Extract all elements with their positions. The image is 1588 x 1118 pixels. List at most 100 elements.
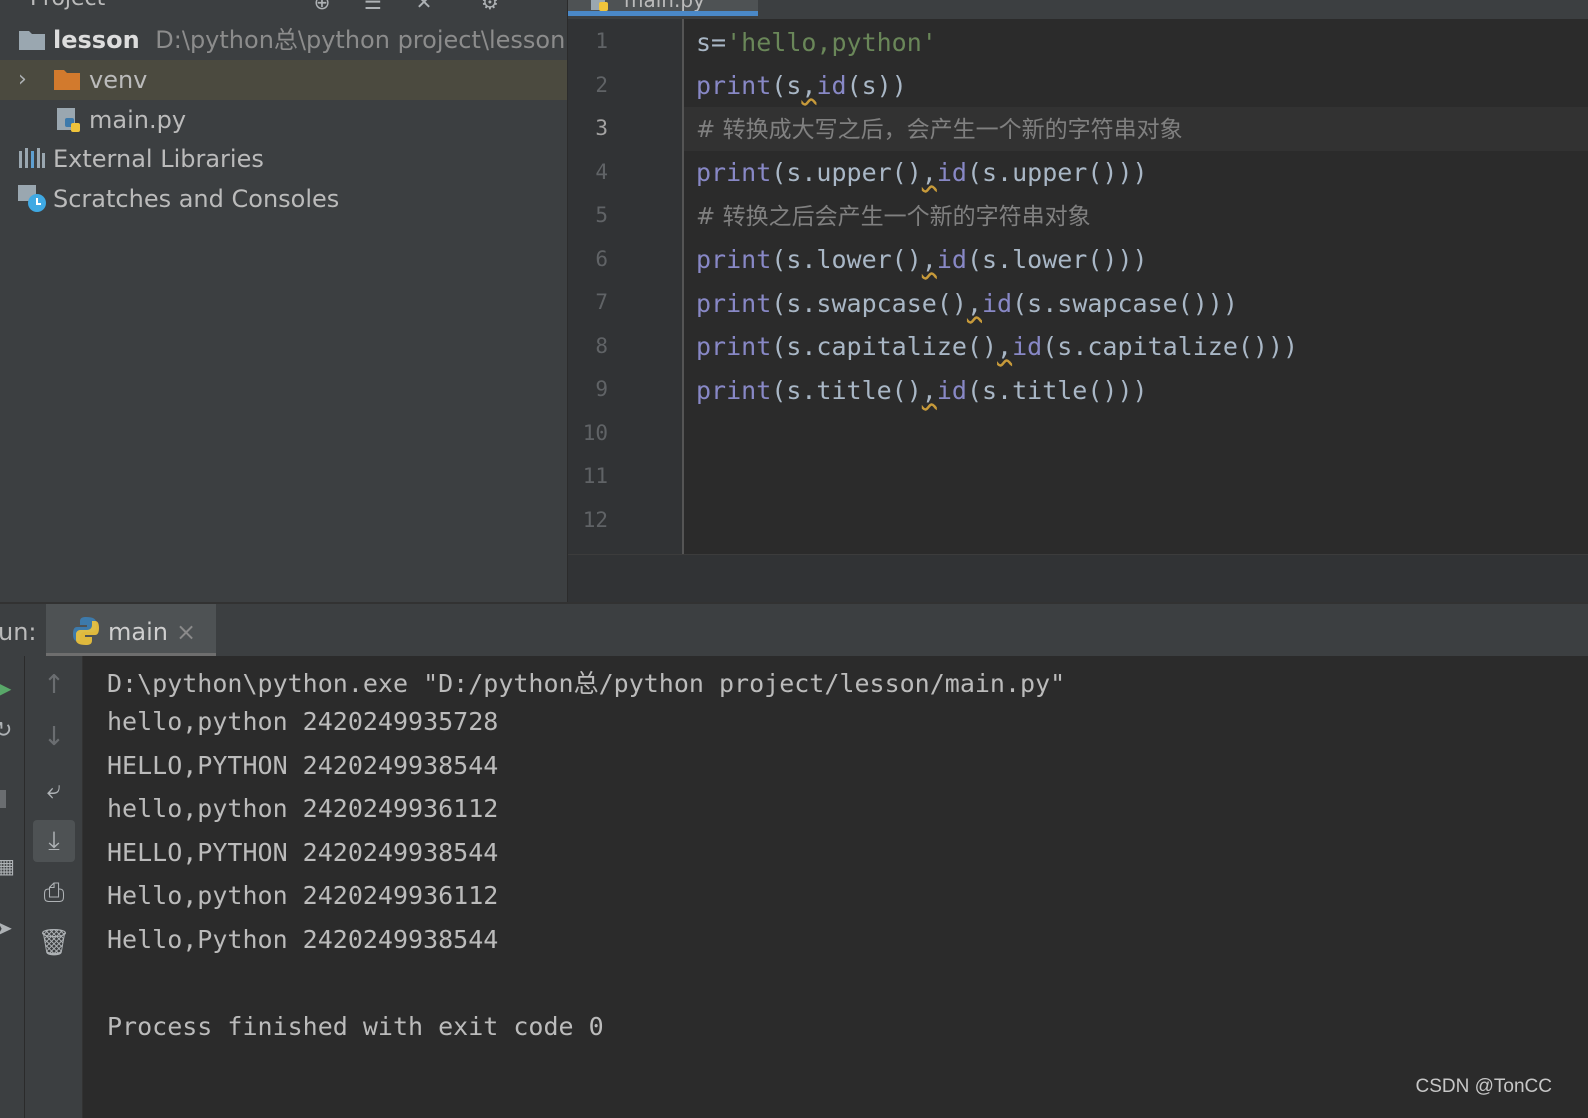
line-number: 9 <box>595 377 608 401</box>
hide-icon[interactable]: ✕ <box>412 0 436 14</box>
console-line: hello,python 2420249935728 <box>107 707 499 736</box>
keyword: print <box>696 158 772 187</box>
keyword: print <box>696 289 772 318</box>
tree-item-scratches[interactable]: Scratches and Consoles <box>0 179 567 219</box>
warning-comma: , <box>921 245 937 274</box>
code-line-8: print(s.capitalize(),id(s.capitalize())) <box>696 327 1298 367</box>
code-line-7: print(s.swapcase(),id(s.swapcase())) <box>696 284 1238 324</box>
project-header: Project ⊕ ☰ ✕ ⚙ <box>0 0 567 18</box>
code-line-6: print(s.lower(),id(s.lower())) <box>696 240 1148 280</box>
code-text: (s.title() <box>771 376 922 405</box>
console-line: Hello,python 2420249936112 <box>107 881 499 910</box>
collapse-all-icon[interactable]: ☰ <box>361 0 385 14</box>
tree-item-lesson[interactable]: lesson D:\python总\python project\lesson <box>0 20 567 60</box>
console-line: HELLO,PYTHON 2420249938544 <box>107 838 499 867</box>
editor-footer <box>568 554 1588 603</box>
console-output[interactable]: D:\python\python.exe "D:/python总/python … <box>83 656 1588 1118</box>
editor-tab-bar: main.py <box>568 0 1588 19</box>
scratches-icon <box>18 179 48 231</box>
restart-icon[interactable]: ↻ <box>0 718 12 743</box>
soft-wrap-icon[interactable]: ⤶ <box>33 769 75 811</box>
line-number: 10 <box>582 421 608 445</box>
stop-icon[interactable] <box>0 790 6 808</box>
tree-item-label: venv <box>89 66 148 94</box>
chevron-right-icon[interactable]: › <box>18 60 27 100</box>
run-label: un: <box>0 618 37 646</box>
code-line-5: # 转换之后会产生一个新的字符串对象 <box>696 204 1091 230</box>
code-line-3: # 转换成大写之后，会产生一个新的字符串对象 <box>696 117 1183 143</box>
keyword: id <box>936 158 967 187</box>
code-text: (s.lower())) <box>966 245 1148 274</box>
run-left-strip: ▶ ↻ ▦ ➤ <box>0 656 25 1118</box>
line-number: 5 <box>595 203 608 227</box>
line-number: 2 <box>595 73 608 97</box>
down-arrow-icon[interactable]: ↓ <box>33 716 75 758</box>
line-number: 7 <box>595 290 608 314</box>
project-path: D:\python总\python project\lesson <box>155 26 566 54</box>
line-number-current: 3 <box>595 116 608 140</box>
print-icon[interactable]: ⎙ <box>33 872 75 914</box>
locate-icon[interactable]: ⊕ <box>310 0 334 14</box>
keyword: id <box>816 71 847 100</box>
code-line-2: print(s,id(s)) <box>696 66 907 106</box>
line-number: 12 <box>582 508 608 532</box>
keyword: print <box>696 245 772 274</box>
tree-item-label: External Libraries <box>53 145 264 173</box>
tree-item-main-py[interactable]: main.py <box>0 100 567 140</box>
layout-icon[interactable]: ▦ <box>0 854 15 878</box>
tree-item-label: main.py <box>89 106 187 134</box>
run-toolbar: ↑ ↓ ⤶ ⤓ ⎙ 🗑 <box>25 656 83 1118</box>
code-text: (s.capitalize())) <box>1042 332 1299 361</box>
keyword: print <box>696 332 772 361</box>
tab-main-py[interactable]: main.py <box>568 0 758 16</box>
code-text: (s.lower() <box>771 245 922 274</box>
code-line-4: print(s.upper(),id(s.upper())) <box>696 153 1148 193</box>
line-number: 11 <box>582 464 608 488</box>
warning-comma: , <box>921 376 937 405</box>
tree-item-label: lesson <box>53 26 140 54</box>
line-number: 1 <box>595 29 608 53</box>
code-text: (s.swapcase())) <box>1012 289 1238 318</box>
code-line-9: print(s.title(),id(s.title())) <box>696 371 1148 411</box>
project-header-title[interactable]: Project <box>30 0 105 11</box>
code-text: (s.capitalize() <box>771 332 998 361</box>
keyword: print <box>696 71 772 100</box>
project-panel: Project ⊕ ☰ ✕ ⚙ lesson D:\python总\python… <box>0 0 567 602</box>
string-literal: 'hello,python' <box>726 28 937 57</box>
tree-item-venv[interactable]: › venv <box>0 60 567 100</box>
trash-icon[interactable]: 🗑 <box>33 922 75 964</box>
python-icon <box>72 616 100 650</box>
code-text: (s.upper() <box>771 158 922 187</box>
gear-icon[interactable]: ⚙ <box>478 0 502 14</box>
code-line-1: s='hello,python' <box>696 23 937 63</box>
console-line: D:\python\python.exe "D:/python总/python … <box>107 669 1066 698</box>
tree-item-external-libraries[interactable]: External Libraries <box>0 139 567 179</box>
watermark: CSDN @TonCC <box>1415 1076 1552 1097</box>
line-number: 4 <box>595 160 608 184</box>
line-number: 6 <box>595 247 608 271</box>
warning-comma: , <box>921 158 937 187</box>
console-line: Process finished with exit code 0 <box>107 1012 604 1041</box>
run-tab-main[interactable]: main × <box>46 604 216 658</box>
code-editor[interactable]: 1 2 3 4 5 6 7 8 9 10 11 12 s='hello,pyth… <box>568 19 1588 554</box>
console-line: Hello,Python 2420249938544 <box>107 925 499 954</box>
run-tab-label: main <box>108 618 168 646</box>
run-panel-header: un: main × <box>0 602 1588 658</box>
pin-icon[interactable]: ➤ <box>0 916 13 940</box>
up-arrow-icon[interactable]: ↑ <box>33 664 75 706</box>
keyword: print <box>696 376 772 405</box>
keyword: id <box>982 289 1013 318</box>
warning-comma: , <box>966 289 982 318</box>
console-line: hello,python 2420249936112 <box>107 794 499 823</box>
keyword: id <box>936 376 967 405</box>
code-text: (s.upper())) <box>966 158 1148 187</box>
warning-comma: , <box>997 332 1013 361</box>
console-line: HELLO,PYTHON 2420249938544 <box>107 751 499 780</box>
code-text: (s.swapcase() <box>771 289 967 318</box>
code-text: (s)) <box>846 71 907 100</box>
close-icon[interactable]: × <box>176 618 196 646</box>
rerun-icon[interactable]: ▶ <box>0 676 11 700</box>
scroll-to-end-icon[interactable]: ⤓ <box>33 820 75 862</box>
warning-comma: , <box>801 71 817 100</box>
code-text: s= <box>696 28 727 57</box>
